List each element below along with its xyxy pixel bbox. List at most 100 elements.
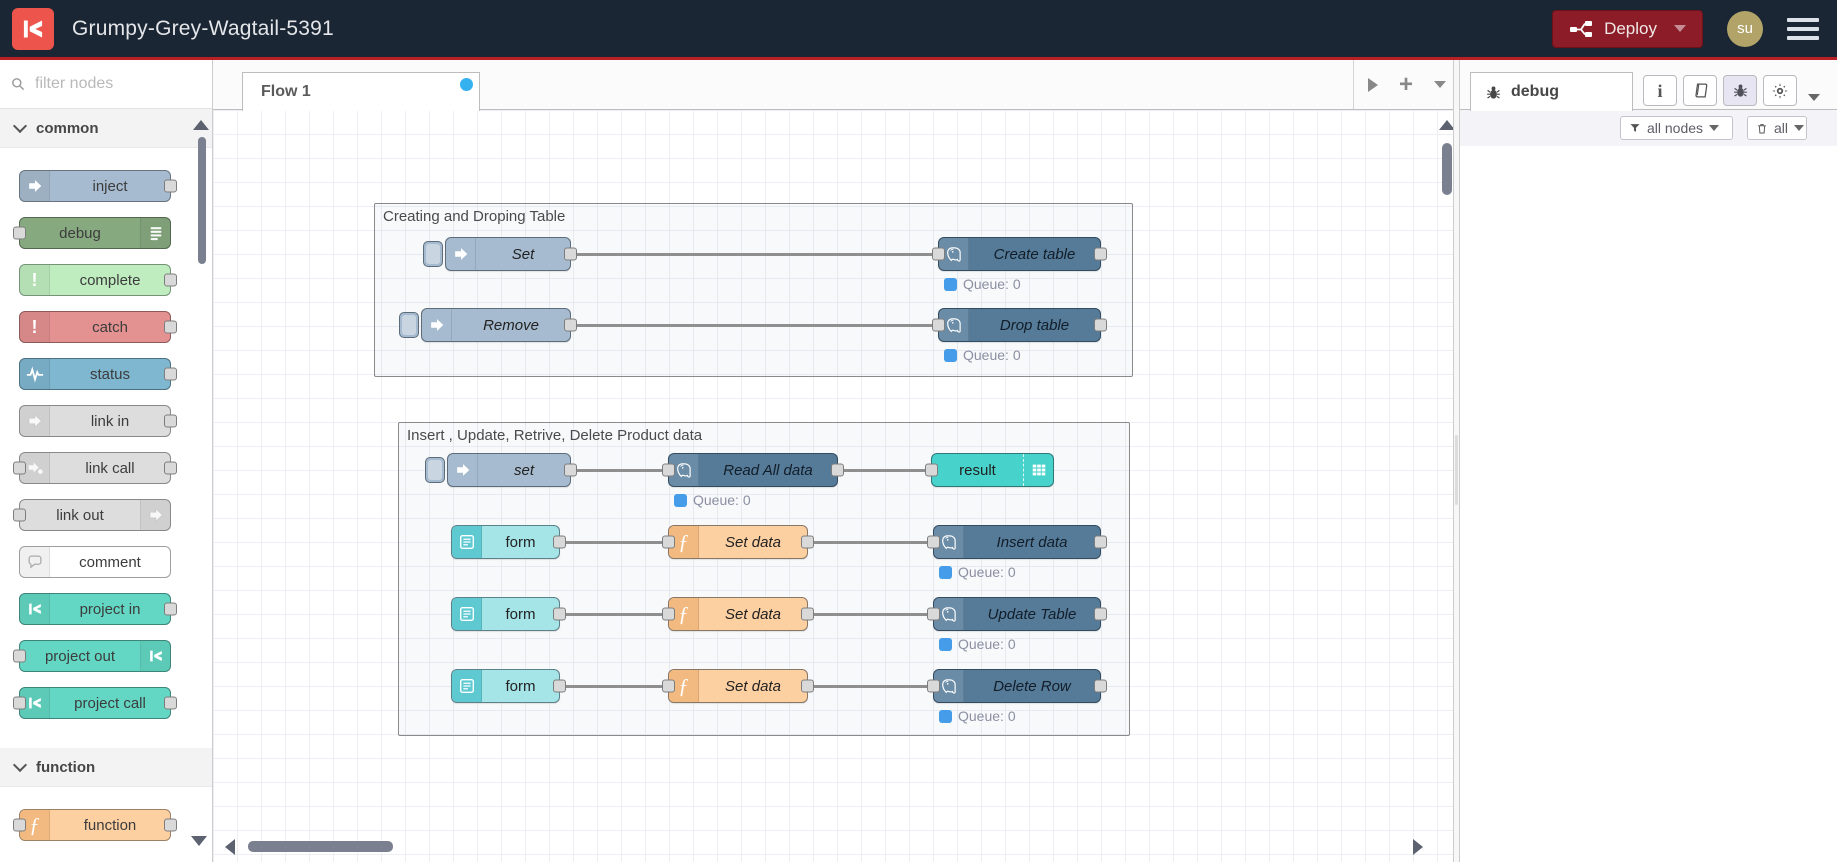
input-port[interactable] [13,508,26,522]
input-port[interactable] [13,226,26,240]
flow-node-Read-All-data[interactable]: Read All data [662,453,844,487]
palette-scroll-down-arrow[interactable] [191,836,207,846]
output-port[interactable] [1094,535,1107,549]
wire[interactable] [808,685,933,688]
palette-node-debug[interactable]: debug [13,217,171,249]
wire[interactable] [560,613,668,616]
flow-node-Delete-Row[interactable]: Delete Row [927,669,1107,703]
palette-category-function[interactable]: function [0,748,212,787]
wire[interactable] [808,613,933,616]
flow-node-form[interactable]: form [451,669,566,703]
palette-scrollbar-thumb[interactable] [198,137,206,264]
inject-trigger-button[interactable] [399,312,419,338]
input-port[interactable] [662,607,675,621]
output-port[interactable] [164,273,177,287]
wire[interactable] [560,685,668,688]
output-port[interactable] [164,367,177,381]
output-port[interactable] [164,320,177,334]
input-port[interactable] [932,247,945,261]
help-panel-button[interactable] [1683,75,1717,106]
flow-node-Insert-data[interactable]: Insert data [927,525,1107,559]
output-port[interactable] [564,247,577,261]
filter-nodes-input[interactable] [33,74,187,94]
canvas-scroll-up-arrow[interactable] [1439,120,1453,130]
output-port[interactable] [831,463,844,477]
flow-node-set[interactable]: set [425,453,577,487]
flow-canvas[interactable]: Creating and Droping Table Set Create tabl… [213,110,1453,862]
output-port[interactable] [164,602,177,616]
add-flow-button[interactable]: + [1391,60,1421,109]
debug-clear-button[interactable]: all [1747,116,1807,140]
input-port[interactable] [927,535,940,549]
palette-node-link-call[interactable]: link call [13,452,177,484]
palette-node-comment[interactable]: comment [19,546,171,578]
input-port[interactable] [932,318,945,332]
flow-node-Update-Table[interactable]: Update Table [927,597,1107,631]
output-port[interactable] [1094,679,1107,693]
canvas-vscrollbar-thumb[interactable] [1442,143,1452,195]
output-port[interactable] [164,461,177,475]
canvas-scroll-right-arrow[interactable] [1413,839,1423,855]
resize-grabber[interactable] [1455,435,1458,505]
palette-node-catch[interactable]: ! catch [19,311,177,343]
inject-trigger-button[interactable] [425,457,445,483]
palette-category-common[interactable]: common [0,109,212,148]
output-port[interactable] [801,607,814,621]
output-port[interactable] [553,535,566,549]
output-port[interactable] [564,463,577,477]
debug-panel-button[interactable] [1723,75,1757,106]
input-port[interactable] [13,461,26,475]
wire[interactable] [838,469,931,472]
wire[interactable] [571,253,938,256]
output-port[interactable] [164,414,177,428]
flow-node-result[interactable]: result [925,453,1054,487]
output-port[interactable] [801,535,814,549]
palette-node-project-out[interactable]: project out [13,640,171,672]
palette-node-inject[interactable]: inject [19,170,177,202]
inject-trigger-button[interactable] [423,241,443,267]
output-port[interactable] [164,179,177,193]
sidebar-options-caret[interactable] [1808,94,1820,101]
wire[interactable] [808,541,933,544]
wire[interactable] [571,469,668,472]
info-panel-button[interactable]: i [1643,75,1677,106]
output-port[interactable] [164,696,177,710]
output-port[interactable] [553,679,566,693]
wire[interactable] [560,541,668,544]
output-port[interactable] [553,607,566,621]
palette-node-complete[interactable]: ! complete [19,264,177,296]
canvas-scroll-left-arrow[interactable] [225,839,235,855]
input-port[interactable] [927,679,940,693]
output-port[interactable] [1094,607,1107,621]
config-nodes-button[interactable] [1763,75,1797,106]
user-avatar[interactable]: su [1727,10,1763,47]
flow-node-Create-table[interactable]: Create table [932,237,1107,271]
output-port[interactable] [564,318,577,332]
debug-filter-button[interactable]: all nodes [1620,116,1733,140]
output-port[interactable] [1094,318,1107,332]
flow-node-Set-data[interactable]: ƒ Set data [662,597,814,631]
tab-debug[interactable]: debug [1470,72,1633,111]
flow-node-Set-data[interactable]: ƒ Set data [662,669,814,703]
input-port[interactable] [662,679,675,693]
input-port[interactable] [13,649,26,663]
palette-node-link-out[interactable]: link out [13,499,171,531]
input-port[interactable] [925,463,938,477]
input-port[interactable] [662,535,675,549]
palette-node-project-call[interactable]: project call [13,687,177,719]
palette-node-status[interactable]: status [19,358,177,390]
palette-node-project-in[interactable]: project in [19,593,177,625]
flow-node-Drop-table[interactable]: Drop table [932,308,1107,342]
input-port[interactable] [13,696,26,710]
flow-node-Set-data[interactable]: ƒ Set data [662,525,814,559]
deploy-button[interactable]: Deploy [1552,9,1703,48]
output-port[interactable] [1094,247,1107,261]
palette-node-link-in[interactable]: link in [19,405,177,437]
palette-node-function[interactable]: ƒ function [13,809,177,841]
input-port[interactable] [927,607,940,621]
canvas-hscrollbar-thumb[interactable] [248,841,393,852]
input-port[interactable] [13,818,26,832]
flow-node-form[interactable]: form [451,597,566,631]
palette-scroll-up-arrow[interactable] [193,120,209,130]
output-port[interactable] [801,679,814,693]
